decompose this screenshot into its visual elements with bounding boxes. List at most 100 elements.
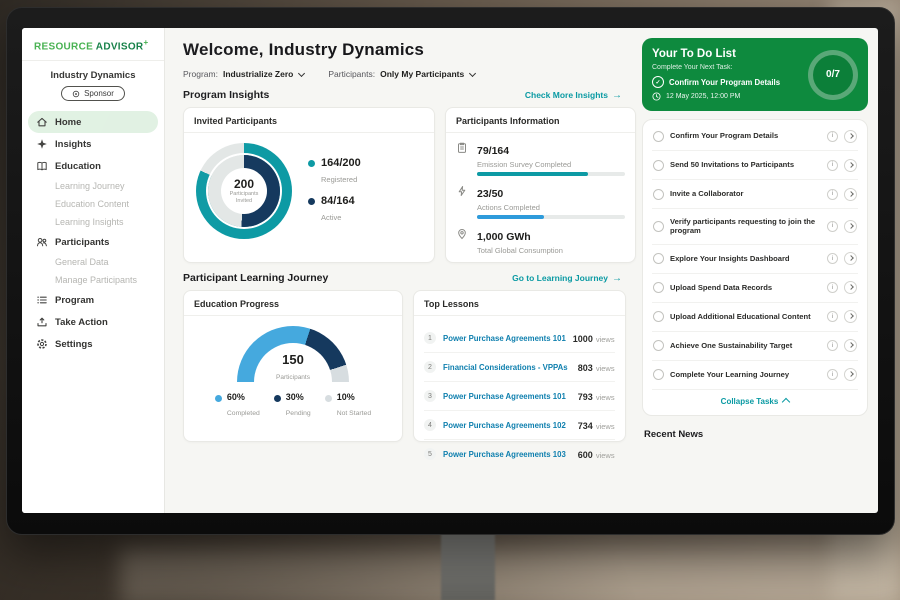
sidebar-item-take-action[interactable]: Take Action	[22, 311, 164, 333]
task-checkbox[interactable]	[653, 311, 664, 322]
legend-label: Pending	[286, 410, 311, 417]
sidebar-item-program[interactable]: Program	[22, 289, 164, 311]
chevron-right-icon[interactable]	[844, 252, 857, 265]
info-icon[interactable]: i	[827, 253, 838, 264]
sidebar-item-participants[interactable]: Participants	[22, 231, 164, 253]
lesson-rank: 5	[424, 448, 436, 460]
task-checkbox[interactable]	[653, 189, 664, 200]
task-checkbox[interactable]	[653, 340, 664, 351]
task-checkbox[interactable]	[653, 369, 664, 380]
task-row-explore-insights[interactable]: Explore Your Insights Dashboard i	[652, 245, 858, 274]
arrow-right-icon: →	[612, 273, 622, 284]
settings-gear-icon	[36, 338, 48, 350]
arrow-right-icon: →	[612, 90, 622, 101]
sidebar-item-home[interactable]: Home	[28, 111, 158, 133]
lesson-views-label: views	[596, 364, 615, 373]
actions-bolt-icon	[456, 185, 469, 197]
insights-icon	[36, 138, 48, 150]
info-icon[interactable]: i	[827, 189, 838, 200]
collapse-label: Collapse Tasks	[721, 397, 779, 406]
sidebar-item-learning-insights[interactable]: Learning Insights	[22, 213, 164, 231]
program-select[interactable]: Industrialize Zero	[223, 69, 304, 79]
task-checkbox[interactable]	[653, 160, 664, 171]
chevron-right-icon[interactable]	[844, 310, 857, 323]
sidebar-item-manage-participants[interactable]: Manage Participants	[22, 271, 164, 289]
info-icon[interactable]: i	[827, 340, 838, 351]
lesson-row: 3 Power Purchase Agreements 101 793views	[424, 382, 615, 411]
info-icon[interactable]: i	[827, 221, 838, 232]
check-more-insights-link[interactable]: Check More Insights →	[525, 90, 622, 101]
divider	[184, 132, 434, 133]
sidebar-item-learning-journey[interactable]: Learning Journey	[22, 177, 164, 195]
task-row-complete-learning-journey[interactable]: Complete Your Learning Journey i	[652, 361, 858, 390]
learning-journey-header: Participant Learning Journey Go to Learn…	[183, 272, 622, 284]
sidebar-item-label: Manage Participants	[55, 275, 137, 285]
go-to-learning-journey-link[interactable]: Go to Learning Journey →	[512, 273, 622, 284]
lesson-title-link[interactable]: Power Purchase Agreements 101	[443, 392, 571, 401]
lesson-views-label: views	[596, 451, 615, 460]
donut-legend-dot	[308, 198, 315, 205]
check-circle-icon: ✓	[652, 76, 664, 88]
sidebar-item-insights[interactable]: Insights	[22, 133, 164, 155]
donut-legend-dot	[308, 160, 315, 167]
program-icon	[36, 294, 48, 306]
gauge-center-label: Participants	[276, 374, 310, 381]
task-row-send-invitations[interactable]: Send 50 Invitations to Participants i	[652, 151, 858, 180]
stat-value: 79/164	[477, 145, 509, 157]
sidebar-item-settings[interactable]: Settings	[22, 333, 164, 355]
sidebar-item-education-content[interactable]: Education Content	[22, 195, 164, 213]
chevron-right-icon[interactable]	[844, 188, 857, 201]
chevron-right-icon[interactable]	[844, 368, 857, 381]
gauge-legend-dot	[215, 395, 222, 402]
info-icon[interactable]: i	[827, 282, 838, 293]
task-checkbox[interactable]	[653, 253, 664, 264]
page-title: Welcome, Industry Dynamics	[183, 40, 622, 60]
collapse-tasks-link[interactable]: Collapse Tasks	[652, 390, 858, 413]
task-row-invite-collaborator[interactable]: Invite a Collaborator i	[652, 180, 858, 209]
participants-filter-label: Participants:	[328, 69, 375, 79]
legend-label: Completed	[227, 410, 260, 417]
task-row-upload-spend-data[interactable]: Upload Spend Data Records i	[652, 274, 858, 303]
legend-value: 84/164	[321, 195, 355, 207]
donut-legend: 164/200 Registered 84/164 Active	[308, 149, 361, 233]
sponsor-label: Sponsor	[84, 89, 114, 98]
sidebar-item-label: Insights	[55, 139, 91, 150]
chevron-right-icon[interactable]	[844, 281, 857, 294]
lesson-title-link[interactable]: Financial Considerations - VPPAs	[443, 363, 571, 372]
chevron-right-icon[interactable]	[844, 339, 857, 352]
info-icon[interactable]: i	[827, 131, 838, 142]
chevron-right-icon[interactable]	[844, 130, 857, 143]
task-checkbox[interactable]	[653, 221, 664, 232]
legend-value: 10%	[337, 392, 371, 402]
program-insights-header: Program Insights Check More Insights →	[183, 89, 622, 101]
participants-select[interactable]: Only My Participants	[380, 69, 475, 79]
sponsor-badge: Sponsor	[61, 86, 125, 101]
task-row-confirm-program[interactable]: Confirm Your Program Details i	[652, 122, 858, 151]
survey-clipboard-icon	[456, 142, 469, 154]
task-checkbox[interactable]	[653, 131, 664, 142]
lesson-rank: 2	[424, 361, 436, 373]
lesson-title-link[interactable]: Power Purchase Agreements 102	[443, 421, 571, 430]
task-label: Confirm Your Program Details	[670, 131, 821, 141]
info-icon[interactable]: i	[827, 311, 838, 322]
sidebar-item-education[interactable]: Education	[22, 155, 164, 177]
info-icon[interactable]: i	[827, 160, 838, 171]
program-filter: Program: Industrialize Zero	[183, 69, 304, 79]
donut-center-label: Participants Invited	[226, 191, 262, 205]
task-checkbox[interactable]	[653, 282, 664, 293]
gauge-legend: 60% Completed 30% Pending	[194, 392, 392, 420]
task-row-verify-participants[interactable]: Verify participants requesting to join t…	[652, 209, 858, 245]
chevron-right-icon[interactable]	[844, 159, 857, 172]
task-row-upload-educational-content[interactable]: Upload Additional Educational Content i	[652, 303, 858, 332]
divider	[446, 132, 635, 133]
top-lessons-card: Top Lessons 1 Power Purchase Agreements …	[413, 290, 626, 442]
sidebar-item-label: Learning Insights	[55, 217, 124, 227]
link-label: Check More Insights	[525, 90, 608, 100]
todo-title: Your To Do List	[652, 48, 800, 60]
task-row-achieve-target[interactable]: Achieve One Sustainability Target i	[652, 332, 858, 361]
lesson-title-link[interactable]: Power Purchase Agreements 103	[443, 450, 571, 459]
info-icon[interactable]: i	[827, 369, 838, 380]
lesson-title-link[interactable]: Power Purchase Agreements 101	[443, 334, 566, 343]
chevron-right-icon[interactable]	[844, 220, 857, 233]
sidebar-item-general-data[interactable]: General Data	[22, 253, 164, 271]
